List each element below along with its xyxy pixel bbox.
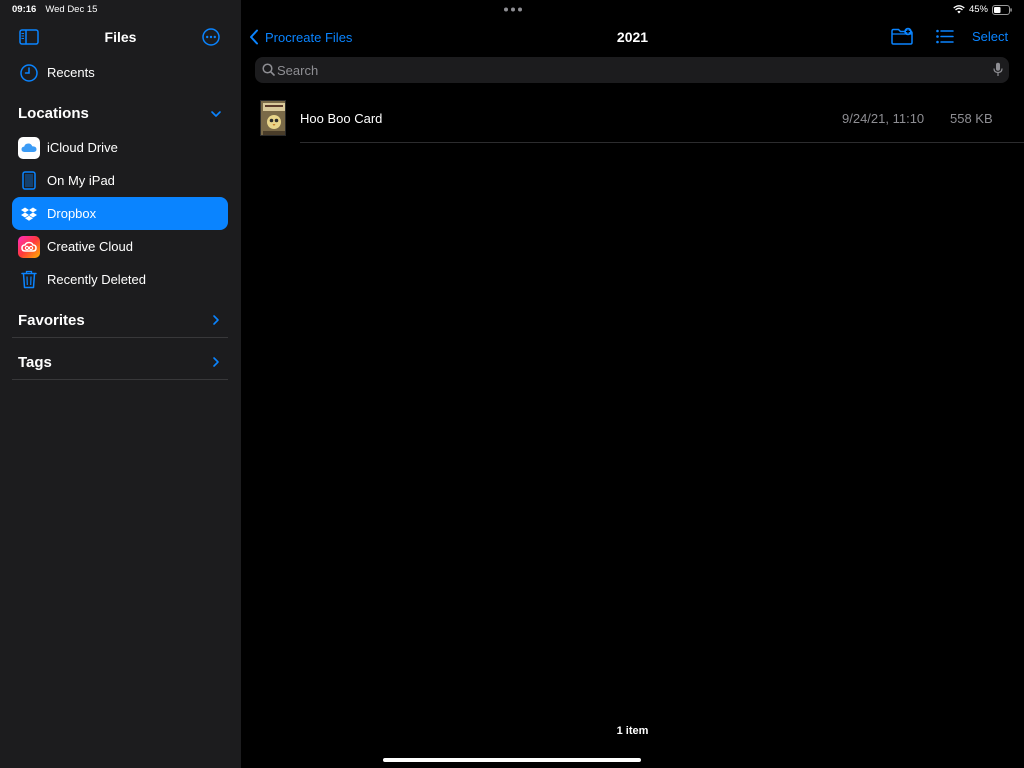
file-row[interactable]: Hoo Boo Card 9/24/21, 11:10 558 KB bbox=[255, 96, 1024, 143]
search-input[interactable] bbox=[277, 57, 977, 83]
list-view-icon[interactable] bbox=[936, 29, 954, 44]
trash-icon bbox=[17, 268, 40, 291]
multitasking-dots-icon[interactable] bbox=[503, 7, 523, 12]
more-options-icon[interactable] bbox=[202, 28, 220, 46]
sidebar-header: Files bbox=[0, 24, 241, 50]
file-size: 558 KB bbox=[950, 111, 993, 126]
sidebar-item-label: Creative Cloud bbox=[47, 239, 133, 254]
chevron-down-icon[interactable] bbox=[210, 108, 222, 120]
dropbox-icon bbox=[17, 202, 40, 225]
status-bar-left: 09:16 Wed Dec 15 bbox=[12, 4, 97, 15]
locations-header[interactable]: Locations bbox=[18, 105, 89, 122]
sidebar-item-icloud-drive[interactable]: iCloud Drive bbox=[12, 131, 228, 164]
chevron-right-icon[interactable] bbox=[210, 314, 222, 326]
file-modified-date: 9/24/21, 11:10 bbox=[842, 111, 925, 126]
sidebar-item-label: Recently Deleted bbox=[47, 272, 146, 287]
wifi-icon bbox=[953, 5, 965, 14]
files-app: 09:16 Wed Dec 15 Files Recents Locations… bbox=[0, 0, 1024, 768]
status-time: 09:16 bbox=[12, 4, 37, 15]
sidebar-item-on-my-ipad[interactable]: On My iPad bbox=[12, 164, 228, 197]
microphone-icon[interactable] bbox=[993, 62, 1003, 77]
sidebar-item-label: On My iPad bbox=[47, 173, 115, 188]
favorites-header[interactable]: Favorites bbox=[18, 312, 85, 329]
status-bar-right: 45% bbox=[953, 4, 1012, 15]
home-indicator[interactable] bbox=[383, 758, 641, 762]
item-count: 1 item bbox=[616, 725, 649, 737]
divider bbox=[12, 337, 228, 338]
main-content: 45% Procreate Files 2021 Select Search H… bbox=[241, 0, 1024, 768]
search-icon bbox=[262, 63, 275, 76]
clock-icon bbox=[17, 61, 40, 84]
search-bar[interactable] bbox=[255, 57, 1009, 83]
file-name: Hoo Boo Card bbox=[300, 111, 383, 126]
icloud-icon bbox=[17, 136, 40, 159]
status-date: Wed Dec 15 bbox=[45, 4, 98, 15]
select-button[interactable]: Select bbox=[972, 29, 1008, 44]
ipad-icon bbox=[17, 169, 40, 192]
sidebar-item-label: iCloud Drive bbox=[47, 140, 118, 155]
chevron-right-icon[interactable] bbox=[210, 356, 222, 368]
new-folder-icon[interactable] bbox=[891, 27, 913, 45]
battery-percentage: 45% bbox=[968, 4, 988, 15]
tags-header[interactable]: Tags bbox=[18, 354, 52, 371]
sidebar-item-dropbox[interactable]: Dropbox bbox=[12, 197, 228, 230]
sidebar-item-recents[interactable]: Recents bbox=[12, 56, 228, 89]
divider bbox=[12, 379, 228, 380]
file-thumbnail bbox=[260, 100, 286, 136]
sidebar-item-label: Recents bbox=[47, 65, 95, 80]
creative-cloud-icon bbox=[17, 235, 40, 258]
sidebar-item-label: Dropbox bbox=[47, 206, 97, 221]
sidebar-item-creative-cloud[interactable]: Creative Cloud bbox=[12, 230, 228, 263]
sidebar-item-recently-deleted[interactable]: Recently Deleted bbox=[12, 263, 228, 296]
divider bbox=[300, 142, 1024, 143]
battery-icon bbox=[992, 4, 1012, 15]
sidebar: 09:16 Wed Dec 15 Files Recents Locations… bbox=[0, 0, 241, 768]
